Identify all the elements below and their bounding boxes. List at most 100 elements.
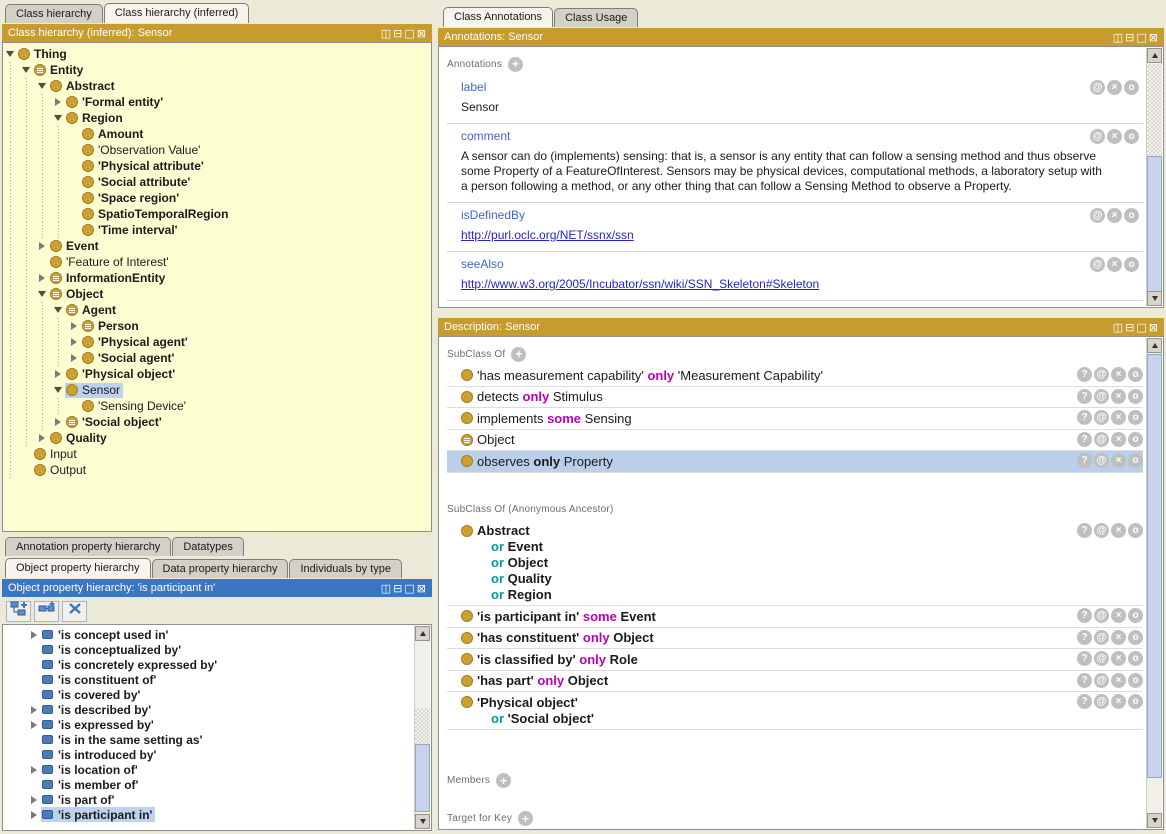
annotate-button[interactable]: @ [1094, 673, 1109, 688]
collapse-arrow-icon[interactable] [35, 83, 49, 89]
explain-button[interactable]: ? [1077, 673, 1092, 688]
expand-arrow-icon[interactable] [67, 322, 81, 330]
expand-arrow-icon[interactable] [35, 434, 49, 442]
description-row[interactable]: detects only Stimulus?@×o [447, 387, 1143, 409]
tree-item-label-wrap[interactable]: 'Feature of Interest' [49, 255, 172, 270]
annotate-button[interactable]: @ [1090, 208, 1105, 223]
explain-button[interactable]: ? [1077, 453, 1092, 468]
add-sub-property-button[interactable] [34, 601, 59, 622]
close-icon[interactable]: ⊠ [1149, 32, 1158, 43]
tree-item[interactable]: 'Sensing Device' [3, 398, 431, 414]
explain-button[interactable]: ? [1077, 410, 1092, 425]
description-row[interactable]: 'has part' only Object?@×o [447, 671, 1143, 693]
tree-item[interactable]: 'Space region' [3, 190, 431, 206]
add-target-for-key-button[interactable]: + [518, 811, 533, 826]
edit-button[interactable]: o [1128, 410, 1143, 425]
tree-item[interactable]: Entity [3, 62, 431, 78]
tree-item-label-wrap[interactable]: Thing [17, 47, 70, 62]
annotation-property[interactable]: label [461, 80, 486, 94]
delete-button[interactable]: × [1107, 208, 1122, 223]
delete-button[interactable]: × [1107, 257, 1122, 272]
description-scrollbar[interactable] [1146, 338, 1162, 828]
edit-button[interactable]: o [1124, 80, 1139, 95]
collapse-arrow-icon[interactable] [51, 387, 65, 393]
list-item[interactable]: 'is participant in' [3, 807, 431, 822]
explain-button[interactable]: ? [1077, 389, 1092, 404]
tree-item-label-wrap[interactable]: 'Physical agent' [81, 335, 191, 350]
tab-data-property-hierarchy[interactable]: Data property hierarchy [152, 559, 289, 578]
expand-arrow-icon[interactable] [51, 98, 65, 106]
collapse-arrow-icon[interactable] [3, 51, 17, 57]
list-item-label-wrap[interactable]: 'is part of' [41, 792, 117, 807]
tab-object-property-hierarchy[interactable]: Object property hierarchy [5, 558, 151, 578]
tree-item[interactable]: 'Formal entity' [3, 94, 431, 110]
tree-item-label-wrap[interactable]: SpatioTemporalRegion [81, 207, 231, 222]
close-icon[interactable]: ⊠ [417, 28, 426, 39]
tree-item-label-wrap[interactable]: Amount [81, 127, 146, 142]
expand-arrow-icon[interactable] [35, 274, 49, 282]
tab-class-annotations[interactable]: Class Annotations [443, 7, 553, 27]
tree-item[interactable]: 'Physical object' [3, 366, 431, 382]
delete-button[interactable]: × [1111, 608, 1126, 623]
tree-item-label-wrap[interactable]: Input [33, 447, 80, 462]
add-members-button[interactable]: + [496, 773, 511, 788]
delete-button[interactable]: × [1111, 523, 1126, 538]
split-vertical-icon[interactable]: ◫ [381, 583, 391, 594]
delete-button[interactable]: × [1111, 453, 1126, 468]
list-item[interactable]: 'is expressed by' [3, 717, 431, 732]
annotate-button[interactable]: @ [1094, 651, 1109, 666]
list-item[interactable]: 'is concretely expressed by' [3, 657, 431, 672]
annotate-button[interactable]: @ [1094, 410, 1109, 425]
tab-individuals-by-type[interactable]: Individuals by type [289, 559, 402, 578]
tree-item[interactable]: Output [3, 462, 431, 478]
scroll-up-button[interactable] [415, 626, 430, 641]
scroll-up-button[interactable] [1147, 338, 1162, 353]
description-row[interactable]: 'is classified by' only Role?@×o [447, 649, 1143, 671]
edit-button[interactable]: o [1128, 608, 1143, 623]
tree-item-label-wrap[interactable]: 'Space region' [81, 191, 182, 206]
annotation-link[interactable]: http://www.w3.org/2005/Incubator/ssn/wik… [461, 277, 1111, 292]
float-icon[interactable]: □ [1136, 322, 1146, 333]
float-icon[interactable]: □ [404, 28, 414, 39]
collapse-arrow-icon[interactable] [35, 291, 49, 297]
annotations-scrollbar[interactable] [1146, 48, 1162, 306]
tree-item-label-wrap[interactable]: Quality [49, 431, 110, 446]
tree-item[interactable]: 'Social agent' [3, 350, 431, 366]
tree-item-label-wrap[interactable]: 'Social attribute' [81, 175, 193, 190]
list-item-label-wrap[interactable]: 'is described by' [41, 702, 154, 717]
edit-button[interactable]: o [1124, 208, 1139, 223]
tree-item[interactable]: SpatioTemporalRegion [3, 206, 431, 222]
tree-item-label-wrap[interactable]: Output [33, 463, 89, 478]
tree-item-label-wrap[interactable]: Entity [33, 63, 86, 78]
list-item[interactable]: 'is constituent of' [3, 672, 431, 687]
edit-button[interactable]: o [1128, 389, 1143, 404]
delete-button[interactable]: × [1111, 630, 1126, 645]
edit-button[interactable]: o [1124, 129, 1139, 144]
tree-item[interactable]: Event [3, 238, 431, 254]
tree-item-label-wrap[interactable]: InformationEntity [49, 271, 168, 286]
expand-arrow-icon[interactable] [27, 706, 41, 714]
delete-button[interactable]: × [1111, 432, 1126, 447]
annotate-button[interactable]: @ [1094, 389, 1109, 404]
list-item-label-wrap[interactable]: 'is in the same setting as' [41, 732, 205, 747]
split-vertical-icon[interactable]: ◫ [381, 28, 391, 39]
delete-button[interactable]: × [1111, 651, 1126, 666]
annotation-property[interactable]: comment [461, 129, 510, 143]
description-row[interactable]: Object?@×o [447, 430, 1143, 452]
tree-item-label-wrap[interactable]: 'Sensing Device' [81, 399, 189, 414]
add-property-button[interactable] [6, 601, 31, 622]
explain-button[interactable]: ? [1077, 694, 1092, 709]
list-item[interactable]: 'is in the same setting as' [3, 732, 431, 747]
tree-item-label-wrap[interactable]: 'Social object' [65, 415, 165, 430]
expand-arrow-icon[interactable] [27, 631, 41, 639]
list-item[interactable]: 'is covered by' [3, 687, 431, 702]
annotate-button[interactable]: @ [1094, 630, 1109, 645]
list-item[interactable]: 'is location of' [3, 762, 431, 777]
tree-item-label-wrap[interactable]: 'Physical attribute' [81, 159, 207, 174]
tree-item-label-wrap[interactable]: Event [49, 239, 102, 254]
tree-item-label-wrap[interactable]: Abstract [49, 79, 118, 94]
tree-item[interactable]: 'Physical agent' [3, 334, 431, 350]
scroll-down-button[interactable] [1147, 813, 1162, 828]
add-annotation-button[interactable]: + [508, 57, 523, 72]
tree-item[interactable]: Abstract [3, 78, 431, 94]
